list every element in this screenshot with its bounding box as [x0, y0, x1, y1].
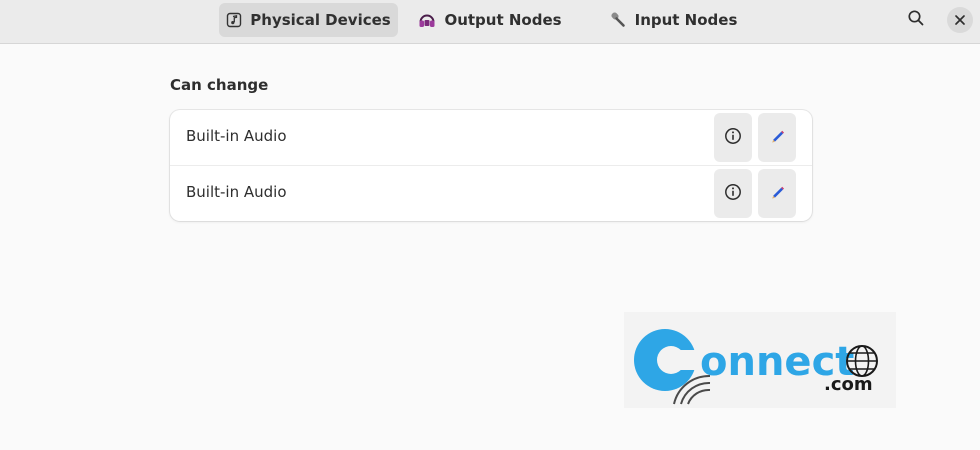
watermark-suffix: .com: [824, 374, 873, 395]
close-button[interactable]: [947, 7, 973, 33]
close-icon: [954, 11, 966, 30]
device-row: Built-in Audio: [170, 110, 812, 166]
pencil-icon: [768, 127, 786, 149]
device-row: Built-in Audio: [170, 166, 812, 221]
tab-input-nodes-label: Input Nodes: [634, 11, 738, 29]
tab-output-nodes-label: Output Nodes: [444, 11, 562, 29]
info-icon: [724, 183, 742, 205]
device-info-button[interactable]: [714, 169, 752, 218]
microphone-icon: [609, 11, 627, 29]
device-list: Built-in Audio Built-in Audio: [170, 110, 812, 221]
device-info-button[interactable]: [714, 113, 752, 162]
music-note-icon: [226, 12, 242, 28]
tab-input-nodes[interactable]: Input Nodes: [600, 3, 746, 37]
info-icon: [724, 127, 742, 149]
section-title: Can change: [170, 76, 269, 94]
pencil-icon: [768, 183, 786, 205]
tab-output-nodes[interactable]: Output Nodes: [410, 3, 570, 37]
header-bar: Physical Devices Output Nodes Input Node…: [0, 0, 980, 44]
tab-physical-devices[interactable]: Physical Devices: [219, 3, 398, 37]
device-edit-button[interactable]: [758, 169, 796, 218]
headphones-icon: [418, 11, 436, 29]
device-edit-button[interactable]: [758, 113, 796, 162]
globe-icon: [846, 345, 878, 377]
tab-physical-devices-label: Physical Devices: [250, 11, 391, 29]
search-icon: [907, 9, 925, 31]
search-button[interactable]: [900, 5, 932, 35]
device-name: Built-in Audio: [186, 183, 287, 201]
app-window: Physical Devices Output Nodes Input Node…: [0, 0, 980, 450]
watermark-logo: onnect .com: [624, 312, 896, 408]
device-name: Built-in Audio: [186, 127, 287, 145]
